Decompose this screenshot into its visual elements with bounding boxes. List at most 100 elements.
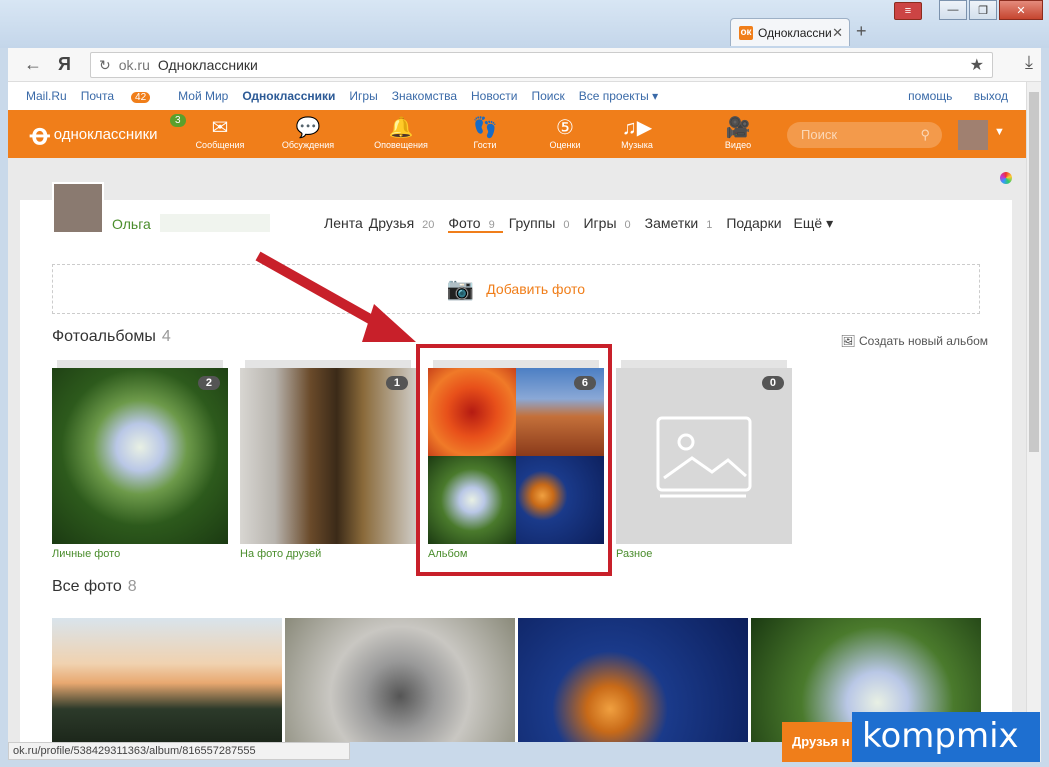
search-input[interactable]: Поиск ⚲ xyxy=(787,122,942,148)
image-placeholder-icon xyxy=(656,416,752,498)
albums-heading: Фотоальбомы 4 xyxy=(52,328,171,346)
watermark-logo: kompmix xyxy=(852,712,1040,762)
link-pochta[interactable]: Почта 42 xyxy=(81,89,164,103)
ok-logo[interactable]: ꝋ одноклассники 3 xyxy=(30,114,186,151)
tab-feed[interactable]: Лента xyxy=(324,215,363,233)
nav-label: Оценки xyxy=(549,140,581,150)
camera-icon: 📷 xyxy=(446,276,475,301)
link-mailru[interactable]: Mail.Ru xyxy=(26,89,67,103)
tab-close-icon[interactable]: ✕ xyxy=(832,25,843,41)
reload-icon[interactable]: ↻ xyxy=(99,57,111,74)
photo-jellyfish-large[interactable] xyxy=(518,618,748,742)
user-avatar-small[interactable] xyxy=(958,120,988,150)
status-bar-url: ok.ru/profile/538429311363/album/8165572… xyxy=(8,742,350,760)
tab-count: 9 xyxy=(488,219,495,231)
link-poisk[interactable]: Поиск xyxy=(531,89,564,103)
tab-photos[interactable]: Фото 9 xyxy=(448,215,503,233)
album-count-badge: 2 xyxy=(197,376,220,390)
album-label[interactable]: Личные фото xyxy=(52,548,120,560)
link-vse-proekty[interactable]: Все проекты ▾ xyxy=(579,89,658,103)
scrollbar-thumb[interactable] xyxy=(1029,92,1039,452)
tab-title: Одноклассни xyxy=(758,25,832,40)
album-count-badge: 1 xyxy=(385,376,408,390)
bookmark-star-icon[interactable]: ★ xyxy=(970,55,984,75)
tab-more[interactable]: Ещё ▾ xyxy=(794,215,834,233)
maximize-button[interactable]: ❐ xyxy=(969,0,997,20)
link-igry[interactable]: Игры xyxy=(349,89,377,103)
color-theme-icon[interactable] xyxy=(1000,172,1012,184)
nav-guests[interactable]: 👣 Гости xyxy=(453,116,517,150)
video-icon: 🎥 xyxy=(725,117,751,139)
album-misc[interactable]: 0 xyxy=(616,368,792,544)
create-album-label: Создать новый альбом xyxy=(859,334,988,348)
nav-label: Обсуждения xyxy=(281,140,335,150)
tab-games[interactable]: Игры 0 xyxy=(583,215,638,233)
nav-label: Гости xyxy=(473,140,497,150)
ok-logo-icon: ꝋ xyxy=(30,119,50,150)
link-moi-mir[interactable]: Мой Мир xyxy=(178,89,228,103)
tab-count: 0 xyxy=(563,219,570,231)
photo-koala[interactable] xyxy=(285,618,515,742)
album-personal[interactable]: 2 xyxy=(52,368,228,544)
link-logout[interactable]: выход xyxy=(974,89,1008,103)
tab-label: Друзья xyxy=(368,215,415,231)
tab-count: 1 xyxy=(706,219,713,231)
create-album-link[interactable]: 🖼 Создать новый альбом xyxy=(840,334,988,348)
nav-messages[interactable]: ✉ Сообщения xyxy=(188,116,252,150)
nav-discussions[interactable]: 💬 Обсуждения xyxy=(276,116,340,150)
album-label[interactable]: Разное xyxy=(616,548,652,560)
tab-gifts[interactable]: Подарки xyxy=(726,215,781,233)
tab-label: Фото xyxy=(448,215,481,231)
add-photo-button[interactable]: 📷 Добавить фото xyxy=(52,264,980,314)
album-count-badge: 0 xyxy=(761,376,784,390)
window-titlebar: ок Одноклассни ✕ + ≡ — ❐ ✕ xyxy=(0,0,1049,48)
highlight-box xyxy=(416,344,612,576)
back-arrow-icon[interactable]: ← xyxy=(24,54,42,75)
all-photos-title: Все фото xyxy=(52,578,122,595)
nav-video[interactable]: 🎥 Видео xyxy=(706,116,770,150)
link-znakomstva[interactable]: Знакомства xyxy=(392,89,457,103)
nav-notifications[interactable]: 🔔 Оповещения xyxy=(369,116,433,150)
footprints-icon: 👣 xyxy=(472,117,498,139)
link-help[interactable]: помощь xyxy=(908,89,952,103)
link-novosti[interactable]: Новости xyxy=(471,89,517,103)
tab-groups[interactable]: Группы 0 xyxy=(509,215,578,233)
tab-count: 0 xyxy=(624,219,631,231)
url-title: Одноклассники xyxy=(157,57,258,73)
album-friends[interactable]: 1 xyxy=(240,368,416,544)
tab-friends[interactable]: Друзья 20 xyxy=(369,215,443,233)
pointer-arrow xyxy=(255,251,416,342)
yandex-icon[interactable]: Я xyxy=(58,54,71,75)
tab-notes[interactable]: Заметки 1 xyxy=(645,215,721,233)
url-field[interactable]: ↻ ok.ru Одноклассники ★ xyxy=(90,52,993,78)
nav-music[interactable]: ♫▶ Музыка xyxy=(605,116,669,150)
avatar[interactable] xyxy=(52,182,104,234)
album-stack-edge xyxy=(621,360,787,368)
browser-tab[interactable]: ок Одноклассни ✕ xyxy=(730,18,850,46)
download-icon[interactable]: ⤓ xyxy=(1025,52,1033,73)
chevron-down-icon[interactable]: ▼ xyxy=(994,126,1005,138)
close-window-button[interactable]: ✕ xyxy=(999,0,1043,20)
nav-label: Оповещения xyxy=(374,140,428,150)
search-icon[interactable]: ⚲ xyxy=(920,122,930,148)
browser-menu-button[interactable]: ≡ xyxy=(894,2,922,20)
album-label[interactable]: На фото друзей xyxy=(240,548,321,560)
album-stack-edge xyxy=(245,360,411,368)
all-photos-count: 8 xyxy=(127,578,137,595)
add-photo-label: Добавить фото xyxy=(486,281,586,297)
nav-ratings[interactable]: ⑤ Оценки xyxy=(533,116,597,150)
new-tab-button[interactable]: + xyxy=(856,21,867,42)
photo-lighthouse[interactable] xyxy=(52,618,282,742)
tab-label: Заметки xyxy=(644,215,699,231)
tab-label: Группы xyxy=(508,215,556,231)
blurred-surname xyxy=(160,214,270,232)
ok-icon: ок xyxy=(739,25,753,40)
vertical-scrollbar[interactable] xyxy=(1026,82,1041,762)
search-placeholder: Поиск xyxy=(801,127,838,142)
link-odnoklassniki[interactable]: Одноклассники xyxy=(242,89,335,103)
envelope-icon: ✉ xyxy=(211,117,229,139)
all-photos-heading: Все фото 8 xyxy=(52,578,137,596)
minimize-button[interactable]: — xyxy=(939,0,967,20)
image-icon: 🖼 xyxy=(840,334,856,348)
profile-name[interactable]: Ольга xyxy=(112,216,151,232)
